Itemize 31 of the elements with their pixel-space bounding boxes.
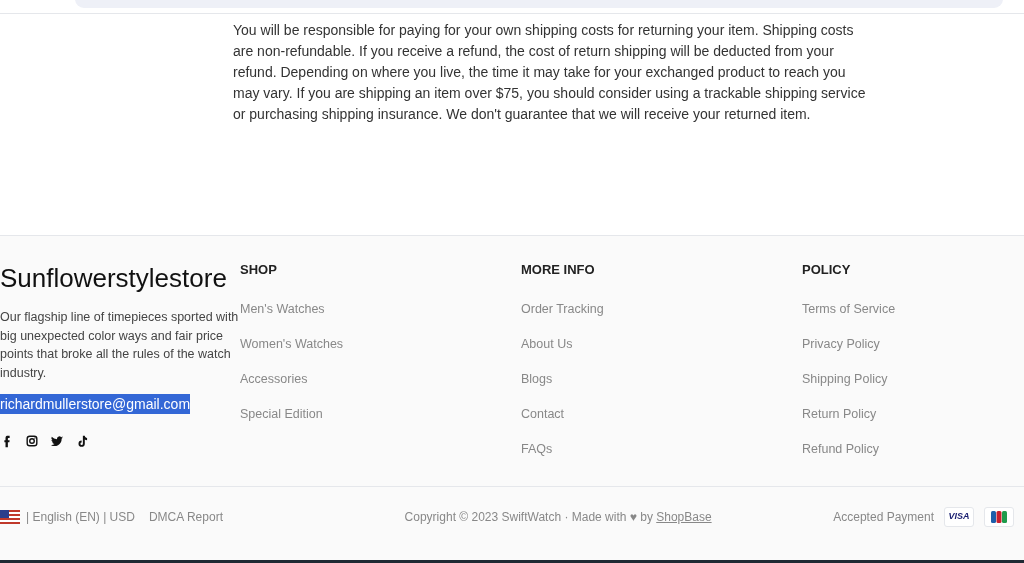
brand-description: Our flagship line of timepieces sported with big unexpected color ways and fair price points that broke all the rules of the watch industry. [0,309,240,382]
policy-paragraph: You will be responsible for paying for your own shipping costs for returning your item. Shipping costs are non-refundable. If you receive a refund, the cost of return shipping will be deducted from your refund. Depending on where you live, the time it may take for your exchanged product to reach you may vary. If you are shipping an item over $75, you should consider using a trackable shipping service or purchasing shipping insurance. We don't guarantee that we will receive your returned item. [233,21,867,124]
jcb-card-icon [984,506,1014,527]
dmca-link[interactable]: DMCA Report [148,507,223,526]
footer-link[interactable]: Order Tracking [521,300,604,318]
column-heading: MORE INFO [521,262,596,278]
column-heading: SHOP [240,262,278,278]
accepted-payment-label: Accepted Payment [833,508,934,526]
twitter-icon[interactable] [50,434,64,448]
visa-card: VISA [944,506,974,527]
us-flag-icon[interactable] [0,509,20,524]
footer-link[interactable]: Men's Watches [240,300,325,318]
footer-link[interactable]: Refund Policy [802,440,880,458]
footer-link[interactable]: Blogs [521,370,553,388]
footer-link[interactable]: Terms of Service [802,300,896,318]
shopbase-link[interactable]: ShopBase [656,509,712,524]
footer-link[interactable]: Privacy Policy [802,335,880,353]
footer-link[interactable]: FAQs [521,440,553,458]
footer-link[interactable]: Return Policy [802,405,877,423]
footer-link[interactable]: Special Edition [240,405,323,423]
copyright-text: Copyright © 2023 SwiftWatch · Made with ♥ by ShopBase [404,508,712,526]
email-link[interactable]: richardmullerstore@gmail.com [0,394,191,414]
language-currency-selector[interactable]: | English (EN) | USD [26,507,135,526]
brand-name[interactable]: Sunflowerstylestore [0,262,240,294]
footer-link[interactable]: Shipping Policy [802,370,888,388]
instagram-icon[interactable] [25,434,39,448]
column-heading: POLICY [802,262,852,278]
footer-link[interactable]: Contact [521,405,565,423]
footer-link[interactable]: Women's Watches [240,335,344,353]
footer-link[interactable]: About Us [521,335,573,353]
footer-link[interactable]: Accessories [240,370,308,388]
